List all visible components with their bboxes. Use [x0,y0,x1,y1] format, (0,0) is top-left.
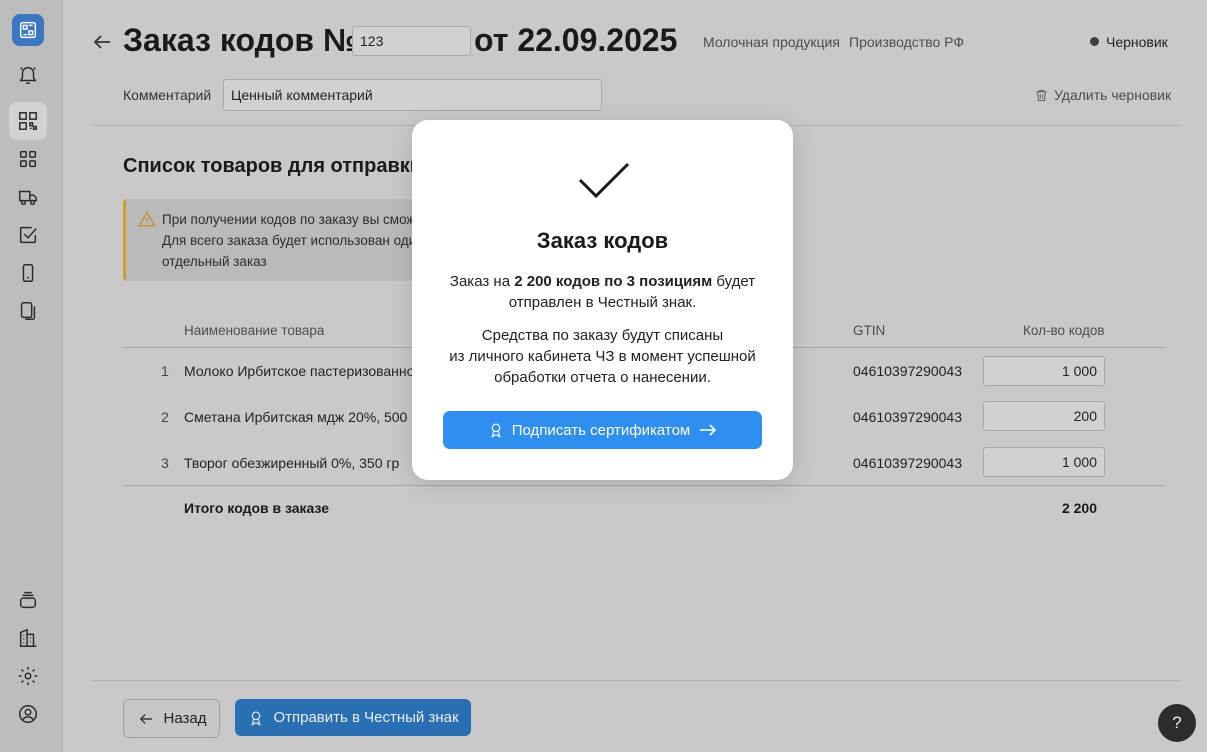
order-confirmation-modal: Заказ кодов Заказ на 2 200 кодов по 3 по… [412,120,793,480]
buildings-icon[interactable] [9,619,47,657]
comment-label: Комментарий [123,87,212,103]
status-badge: Черновик [1090,34,1168,50]
stack-icon[interactable] [9,581,47,619]
category-label: Молочная продукция [703,34,840,50]
delete-draft-button[interactable]: Удалить черновик [1034,87,1171,103]
row-number: 2 [161,409,169,425]
check-square-icon[interactable] [9,216,47,254]
back-arrow-icon[interactable] [90,30,114,54]
row-gtin: 04610397290043 [853,363,963,379]
back-button[interactable]: Назад [123,699,220,738]
bell-icon[interactable] [9,56,47,94]
help-button[interactable]: ? [1158,704,1196,742]
row-product-name: Молоко Ирбитское пастеризованное [184,363,423,379]
row-qty-input[interactable]: 200 [983,401,1105,431]
row-gtin: 04610397290043 [853,455,963,471]
row-qty-value: 200 [1073,408,1097,424]
truck-icon[interactable] [9,178,47,216]
status-dot-icon [1090,37,1099,46]
warning-icon [138,210,156,228]
row-qty-value: 1 000 [1061,363,1097,379]
delete-draft-label: Удалить черновик [1054,87,1172,103]
row-product-name: Творог обезжиренный 0%, 350 гр [184,455,400,471]
back-button-label: Назад [163,710,207,727]
comment-input[interactable]: Ценный комментарий [223,79,602,111]
total-value: 2 200 [1061,500,1097,516]
qr-code-icon[interactable] [9,102,47,140]
checkmark-icon [576,160,632,202]
award-icon [251,710,262,726]
grid-icon[interactable] [9,140,47,178]
modal-info-text: Средства по заказу будут списаны из личн… [432,325,773,388]
user-circle-icon[interactable] [9,695,47,733]
modal-summary-text: Заказ на 2 200 кодов по 3 позициям будет… [432,271,773,313]
arrow-left-icon [139,713,152,724]
row-product-name: Сметана Ирбитская мдж 20%, 500 гр [184,409,425,425]
modal-summary-bold: 2 200 кодов по 3 позициям [514,273,713,290]
phone-icon[interactable] [9,254,47,292]
sidebar [0,0,63,752]
modal-info-line: обработки отчета о нанесении. [494,369,711,386]
gear-icon[interactable] [9,657,47,695]
footer-divider [92,680,1181,681]
trash-icon [1036,90,1047,101]
status-text: Черновик [1106,34,1168,50]
row-qty-input[interactable]: 1 000 [983,447,1105,477]
pages-icon[interactable] [9,292,47,330]
sign-certificate-label: Подписать сертификатом [511,421,691,439]
arrow-right-icon [700,424,717,436]
row-gtin: 04610397290043 [853,409,963,425]
column-header-qty: Кол-во кодов [1023,323,1105,338]
section-title: Список товаров для отправки в [123,155,440,177]
page-title-date: от 22.09.2025 [474,22,678,58]
modal-info-line: Средства по заказу будут списаны [481,327,724,344]
send-button-label: Отправить в Честный знак [273,709,459,726]
sign-certificate-button[interactable]: Подписать сертификатом [443,411,762,449]
column-header-gtin: GTIN [853,323,886,338]
row-number: 3 [161,455,169,471]
row-number: 1 [161,363,169,379]
table-total-divider [123,485,1165,486]
row-qty-value: 1 000 [1061,454,1097,470]
send-button[interactable]: Отправить в Честный знак [235,699,471,736]
modal-summary-part: Заказ на [449,273,515,290]
order-number-input[interactable]: 123 [352,26,471,56]
total-label: Итого кодов в заказе [184,500,330,516]
row-qty-input[interactable]: 1 000 [983,356,1105,386]
modal-title: Заказ кодов [536,228,669,253]
page-title: Заказ кодов № [123,22,359,58]
origin-label: Производство РФ [849,34,964,50]
modal-info-line: из личного кабинета ЧЗ в момент успешной [449,348,756,365]
column-header-name: Наименование товара [184,323,325,338]
award-icon [491,423,501,438]
qr-logo-icon[interactable] [12,14,44,46]
